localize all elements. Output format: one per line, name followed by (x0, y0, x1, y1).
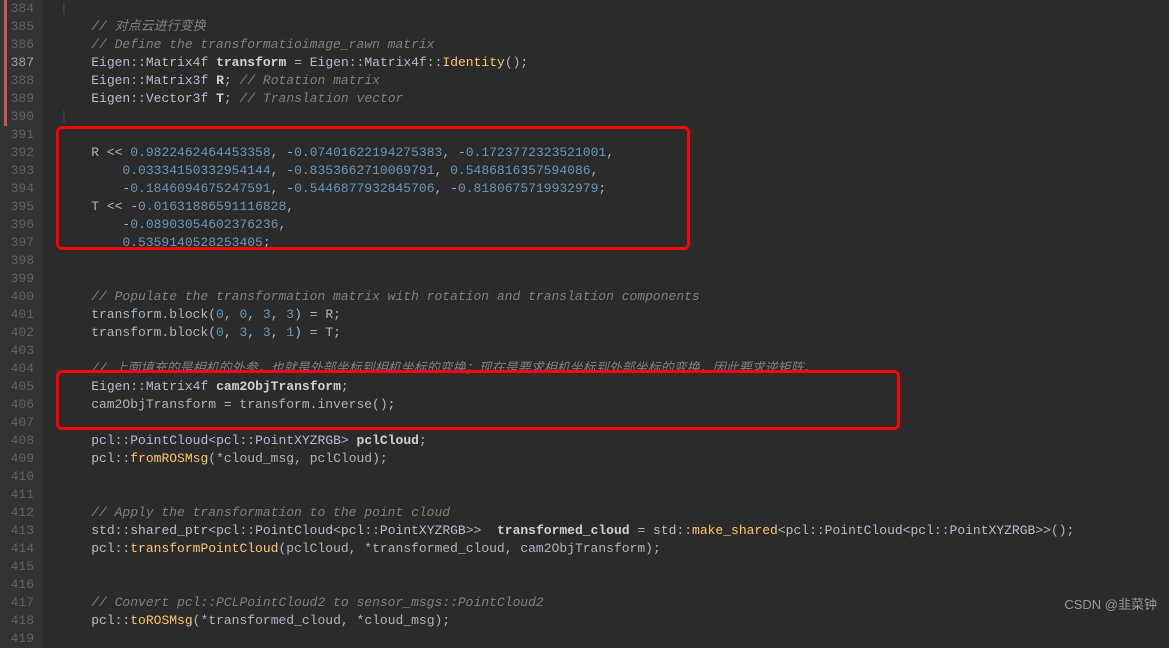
line-number[interactable]: 413 (4, 522, 34, 540)
line-number[interactable]: 397 (4, 234, 34, 252)
line-number[interactable]: 389 (4, 90, 34, 108)
code-line[interactable]: // 上面填充的是相机的外参，也就是外部坐标到相机坐标的变换；现在是要求相机坐标… (60, 360, 1169, 378)
code-line[interactable] (60, 342, 1169, 360)
line-number[interactable]: 417 (4, 594, 34, 612)
line-number[interactable]: 415 (4, 558, 34, 576)
line-number[interactable]: 404 (4, 360, 34, 378)
code-line[interactable] (60, 252, 1169, 270)
code-line[interactable]: pcl::transformPointCloud(pclCloud, *tran… (60, 540, 1169, 558)
code-line[interactable]: Eigen::Matrix3f R; // Rotation matrix (60, 72, 1169, 90)
code-line[interactable]: // 对点云进行变换 (60, 18, 1169, 36)
line-number[interactable]: 384 (4, 0, 34, 18)
line-number[interactable]: 414 (4, 540, 34, 558)
line-number[interactable]: 418 (4, 612, 34, 630)
code-line[interactable]: // Populate the transformation matrix wi… (60, 288, 1169, 306)
line-number[interactable]: 385 (4, 18, 34, 36)
code-line[interactable]: 0.03334150332954144, -0.8353662710069791… (60, 162, 1169, 180)
code-line[interactable]: transform.block(0, 0, 3, 3) = R; (60, 306, 1169, 324)
watermark-text: CSDN @韭菜钟 (1064, 596, 1157, 614)
code-line[interactable]: 0.5359140528253405; (60, 234, 1169, 252)
line-number[interactable]: 412 (4, 504, 34, 522)
line-number[interactable]: 402 (4, 324, 34, 342)
code-line[interactable]: | (60, 108, 1169, 126)
code-line[interactable]: Eigen::Vector3f T; // Translation vector (60, 90, 1169, 108)
code-editor-area[interactable]: | // 对点云进行变换 // Define the transformatio… (42, 0, 1169, 648)
code-line[interactable]: pcl::fromROSMsg(*cloud_msg, pclCloud); (60, 450, 1169, 468)
code-line[interactable] (60, 270, 1169, 288)
line-number[interactable]: 396 (4, 216, 34, 234)
line-number[interactable]: 392 (4, 144, 34, 162)
line-number[interactable]: 408 (4, 432, 34, 450)
line-number[interactable]: 411 (4, 486, 34, 504)
code-line[interactable]: Eigen::Matrix4f transform = Eigen::Matri… (60, 54, 1169, 72)
code-line[interactable]: // Define the transformatioimage_rawn ma… (60, 36, 1169, 54)
line-number[interactable]: 400 (4, 288, 34, 306)
line-number[interactable]: 401 (4, 306, 34, 324)
code-line[interactable] (60, 126, 1169, 144)
line-number[interactable]: 403 (4, 342, 34, 360)
line-number[interactable]: 406 (4, 396, 34, 414)
code-line[interactable] (60, 558, 1169, 576)
line-number[interactable]: 388 (4, 72, 34, 90)
code-line[interactable]: Eigen::Matrix4f cam2ObjTransform; (60, 378, 1169, 396)
code-line[interactable] (60, 630, 1169, 648)
line-number[interactable]: 387 (4, 54, 34, 72)
code-line[interactable]: pcl::toROSMsg(*transformed_cloud, *cloud… (60, 612, 1169, 630)
line-number[interactable]: 391 (4, 126, 34, 144)
code-line[interactable]: // Apply the transformation to the point… (60, 504, 1169, 522)
code-line[interactable]: // Convert pcl::PCLPointCloud2 to sensor… (60, 594, 1169, 612)
code-line[interactable]: -0.08903054602376236, (60, 216, 1169, 234)
line-number[interactable]: 393 (4, 162, 34, 180)
code-line[interactable]: transform.block(0, 3, 3, 1) = T; (60, 324, 1169, 342)
code-line[interactable]: T << -0.01631886591116828, (60, 198, 1169, 216)
line-number[interactable]: 398 (4, 252, 34, 270)
code-line[interactable]: cam2ObjTransform = transform.inverse(); (60, 396, 1169, 414)
line-number-gutter: 3843853863873883893903913923933943953963… (0, 0, 42, 648)
code-line[interactable]: pcl::PointCloud<pcl::PointXYZRGB> pclClo… (60, 432, 1169, 450)
line-number[interactable]: 419 (4, 630, 34, 648)
line-number[interactable]: 399 (4, 270, 34, 288)
code-line[interactable]: std::shared_ptr<pcl::PointCloud<pcl::Poi… (60, 522, 1169, 540)
line-number[interactable]: 394 (4, 180, 34, 198)
code-line[interactable] (60, 576, 1169, 594)
line-number[interactable]: 407 (4, 414, 34, 432)
code-line[interactable] (60, 468, 1169, 486)
code-line[interactable]: | (60, 0, 1169, 18)
line-number[interactable]: 410 (4, 468, 34, 486)
code-line[interactable] (60, 414, 1169, 432)
line-number[interactable]: 416 (4, 576, 34, 594)
code-line[interactable]: R << 0.9822462464453358, -0.074016221942… (60, 144, 1169, 162)
line-number[interactable]: 409 (4, 450, 34, 468)
line-number[interactable]: 390 (4, 108, 34, 126)
line-number[interactable]: 405 (4, 378, 34, 396)
line-number[interactable]: 395 (4, 198, 34, 216)
line-number[interactable]: 386 (4, 36, 34, 54)
code-line[interactable]: -0.1846094675247591, -0.5446877932845706… (60, 180, 1169, 198)
code-line[interactable] (60, 486, 1169, 504)
